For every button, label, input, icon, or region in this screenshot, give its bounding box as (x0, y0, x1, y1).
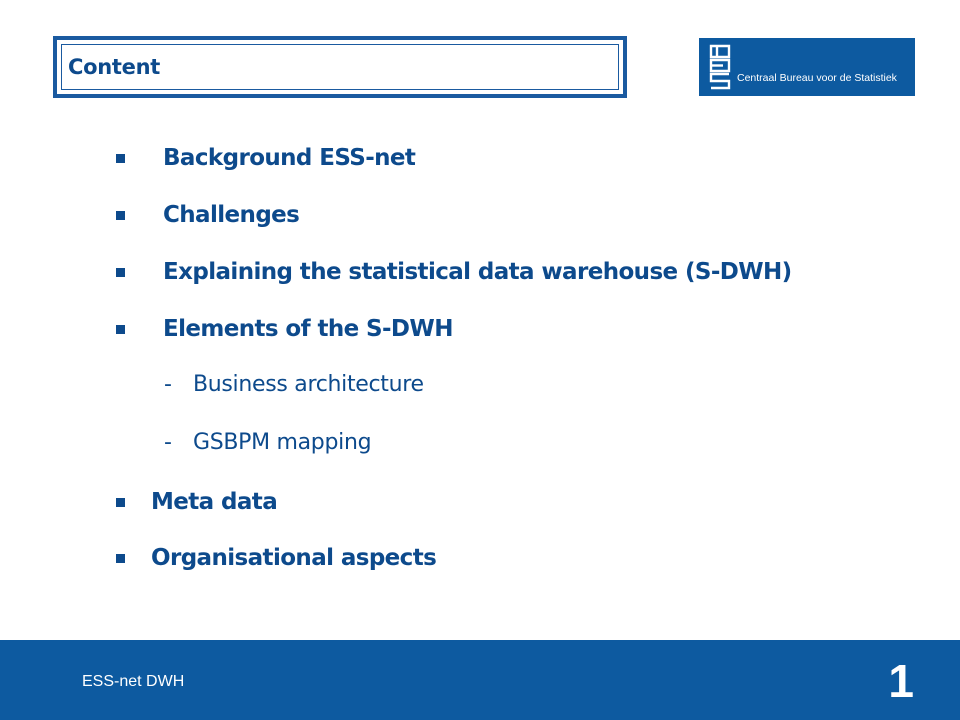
footer-bar: ESS-net DWH 1 (0, 640, 960, 720)
sub-item-text: Business architecture (192, 372, 424, 397)
list-item-text: Elements of the S-DWH (163, 316, 453, 342)
list-item-explaining: Explaining the statistical data warehous… (116, 259, 792, 285)
square-bullet-icon (116, 153, 125, 163)
dash-bullet-icon: - (164, 372, 172, 397)
sub-item-gsbpm-mapping: - GSBPM mapping (164, 430, 372, 455)
cbs-logo: Centraal Bureau voor de Statistiek (699, 38, 915, 96)
list-item-elements: Elements of the S-DWH (116, 316, 453, 342)
square-bullet-icon (116, 324, 125, 334)
page-title: Content (68, 55, 160, 79)
square-bullet-icon (116, 210, 125, 220)
logo-text: Centraal Bureau voor de Statistiek (737, 72, 897, 84)
list-item-text: Organisational aspects (151, 545, 437, 571)
dash-bullet-icon: - (164, 430, 172, 455)
sub-item-text: GSBPM mapping (192, 430, 372, 455)
sub-item-business-architecture: - Business architecture (164, 372, 424, 397)
title-box: Content (53, 36, 627, 98)
list-item-text: Meta data (151, 489, 278, 515)
list-item-text: Background ESS-net (163, 145, 416, 171)
title-box-inner: Content (61, 44, 619, 90)
square-bullet-icon (116, 553, 125, 563)
square-bullet-icon (116, 267, 125, 277)
list-item-background: Background ESS-net (116, 145, 416, 171)
cbs-logo-icon (709, 44, 731, 90)
list-item-text: Challenges (163, 202, 300, 228)
list-item-challenges: Challenges (116, 202, 300, 228)
square-bullet-icon (116, 497, 125, 507)
list-item-meta-data: Meta data (116, 489, 278, 515)
page-number: 1 (888, 655, 914, 707)
list-item-organisational: Organisational aspects (116, 545, 437, 571)
list-item-text: Explaining the statistical data warehous… (163, 259, 792, 285)
footer-label: ESS-net DWH (82, 673, 185, 690)
